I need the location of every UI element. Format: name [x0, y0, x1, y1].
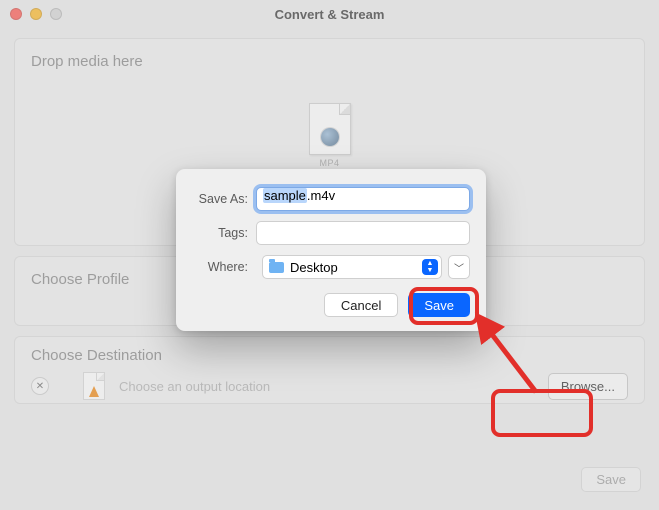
save-as-input[interactable]: sample.m4v	[256, 187, 470, 211]
save-as-row: Save As: sample.m4v	[192, 187, 470, 211]
tags-input[interactable]	[256, 221, 470, 245]
save-dialog: Save As: sample.m4v Tags: Where: Desktop…	[176, 169, 486, 331]
tags-row: Tags:	[192, 221, 470, 245]
where-row: Where: Desktop ▲▼ ﹀	[192, 255, 470, 279]
filename-ext: .m4v	[307, 188, 335, 203]
tags-label: Tags:	[192, 226, 248, 240]
save-button[interactable]: Save	[408, 293, 470, 317]
save-as-label: Save As:	[192, 192, 248, 206]
filename-base-selected: sample	[263, 188, 307, 203]
where-select[interactable]: Desktop ▲▼	[262, 255, 442, 279]
where-value: Desktop	[290, 260, 338, 275]
dialog-buttons: Cancel Save	[192, 293, 470, 317]
expand-dialog-button[interactable]: ﹀	[448, 255, 470, 279]
select-stepper-icon: ▲▼	[422, 259, 438, 275]
folder-icon	[269, 262, 284, 273]
cancel-button[interactable]: Cancel	[324, 293, 398, 317]
where-label: Where:	[192, 260, 248, 274]
